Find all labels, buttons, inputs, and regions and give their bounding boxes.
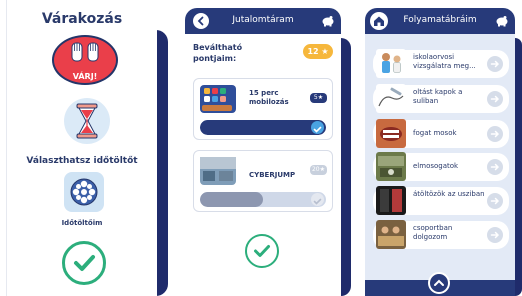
header-bar: Jutalomtáram [185, 8, 341, 34]
arrow-right-icon[interactable] [487, 227, 503, 243]
flowchart-item[interactable]: elmosogatok [373, 152, 509, 181]
group-work-image [376, 220, 406, 249]
check-icon [311, 193, 324, 206]
teeth-brushing-image [376, 119, 406, 148]
done-button[interactable] [62, 241, 106, 285]
reward-card[interactable]: CYBERJUMP 20★ [193, 150, 333, 212]
panel2-shadow [341, 38, 351, 296]
arrow-right-icon[interactable] [487, 193, 503, 209]
confirm-button[interactable] [245, 234, 279, 268]
flowchart-item[interactable]: oltást kapok a suliban [373, 84, 509, 113]
flowchart-item-label: oltást kapok a suliban [413, 88, 463, 105]
pastime-tile[interactable] [64, 172, 104, 212]
points-value: 12 [307, 47, 319, 56]
flowchart-item[interactable]: csoportban dolgozom [373, 220, 509, 249]
flowchart-item[interactable]: átöltözök az usziban [373, 186, 509, 215]
waiting-screen: Várakozás VÁRJ! Választhatsz időtöltőt I… [6, 0, 157, 296]
flowchart-item-label: csoportban dolgozom [413, 224, 453, 241]
arrow-right-icon[interactable] [487, 159, 503, 175]
reward-name: 15 perc mobilozás [249, 89, 289, 106]
progress-fill [200, 192, 263, 207]
film-reel-icon [70, 178, 98, 206]
check-icon [254, 245, 270, 257]
doctor-checkup-image [376, 49, 406, 78]
panel3-shadow [515, 38, 522, 296]
pastime-label: Időtöltőim [61, 219, 103, 227]
choose-pastime-heading: Választhatsz időtöltőt [26, 156, 138, 166]
reward-cost: 5 [313, 94, 318, 101]
panel1-shadow [156, 30, 168, 296]
scroll-up-button[interactable] [428, 272, 450, 294]
dishwashing-image [376, 152, 406, 181]
star-icon: ★ [321, 47, 329, 56]
flowchart-item-label: elmosogatok [413, 162, 459, 170]
header-bar: Folyamatábráim [365, 8, 515, 34]
reward-cost-badge: 20★ [310, 165, 327, 175]
arrow-right-icon[interactable] [487, 126, 503, 142]
page-title: Várakozás [41, 11, 123, 27]
piggy-bank-icon [496, 16, 508, 27]
reward-name: CYBERJUMP [249, 171, 296, 179]
flowcharts-screen: Folyamatábráim iskolaorvosi vizsgálatra … [365, 8, 515, 296]
piggy-bank-icon [322, 16, 334, 27]
trampoline-hall-image [200, 157, 236, 185]
chevron-up-icon [434, 279, 444, 286]
flowchart-item-label: átöltözök az usziban [413, 190, 485, 198]
flowchart-item-label: iskolaorvosi vizsgálatra meg... [413, 53, 476, 70]
reward-store-screen: Jutalomtáram Beváltható pontjaim: 12 ★ 1… [185, 8, 341, 296]
changing-room-image [376, 186, 406, 215]
flowchart-item[interactable]: iskolaorvosi vizsgálatra meg... [373, 49, 509, 78]
reward-card[interactable]: 15 perc mobilozás 5★ [193, 78, 333, 140]
flowchart-item-label: fogat mosok [413, 129, 457, 137]
points-badge: 12 ★ [303, 44, 333, 59]
check-icon [311, 121, 324, 134]
wait-button-label: VÁRJ! [72, 72, 98, 81]
points-label: Beváltható pontjaim: [193, 43, 243, 63]
wait-button[interactable]: VÁRJ! [52, 35, 118, 85]
vaccination-image [376, 84, 406, 113]
reward-cost: 20 [311, 166, 320, 173]
page-title: Jutalomtáram [232, 15, 294, 25]
arrow-right-icon[interactable] [487, 91, 503, 107]
page-title: Folyamatábráim [403, 15, 477, 25]
progress-fill [200, 120, 326, 135]
hourglass-icon [64, 98, 110, 144]
phone-apps-image [200, 85, 236, 113]
check-icon [74, 255, 95, 271]
flowchart-item[interactable]: fogat mosok [373, 119, 509, 148]
reward-progress-bar [200, 192, 326, 207]
reward-progress-bar [200, 120, 326, 135]
reward-cost-badge: 5★ [310, 93, 327, 103]
arrow-right-icon[interactable] [487, 56, 503, 72]
